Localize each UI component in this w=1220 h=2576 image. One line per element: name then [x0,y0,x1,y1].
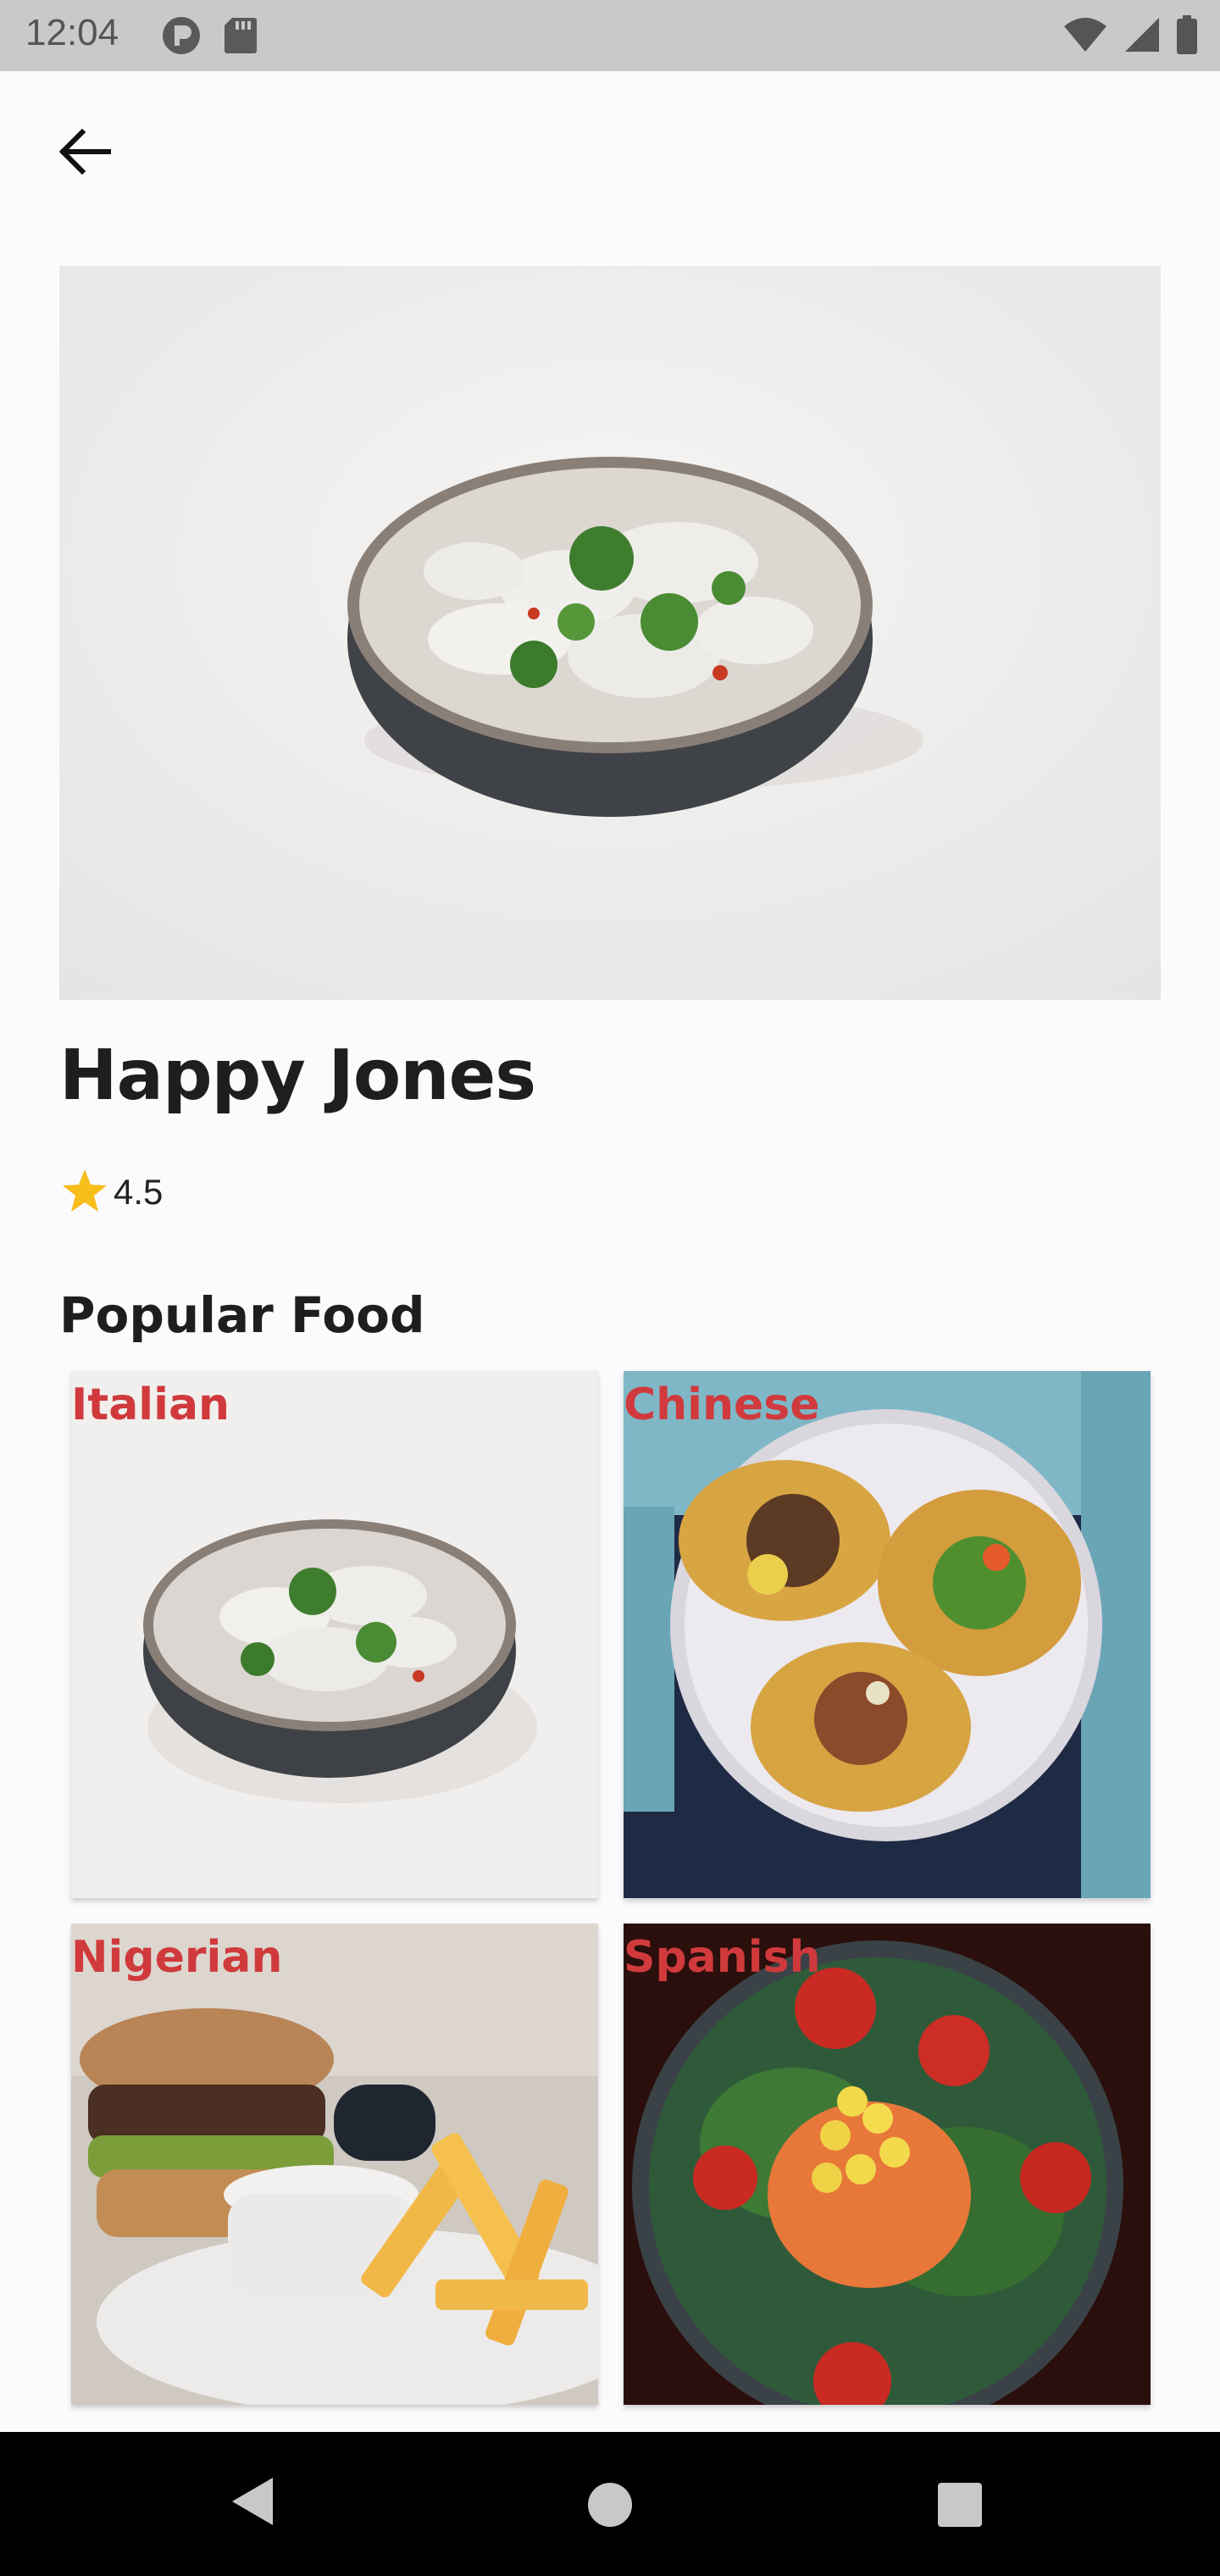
food-card-italian[interactable]: Italian [71,1371,598,1898]
food-card-chinese[interactable]: Chinese [624,1371,1151,1898]
signal-icon [1123,16,1161,57]
restaurant-name: Happy Jones [59,1035,536,1116]
food-label-italian: Italian [71,1380,230,1430]
battery-icon [1176,15,1198,58]
nav-recents-icon[interactable] [938,2483,982,2527]
food-card-nigerian[interactable]: Nigerian [71,1924,598,2405]
chinese-food-image [624,1371,1151,1898]
food-label-chinese: Chinese [624,1380,820,1430]
status-right-icons [1062,15,1198,58]
spanish-food-image [624,1924,1151,2405]
nav-back-icon[interactable] [230,2476,274,2530]
popular-food-title: Popular Food [59,1286,425,1344]
wifi-icon [1062,16,1108,57]
status-left-icons [161,15,258,59]
food-label-nigerian: Nigerian [71,1932,283,1983]
food-label-spanish: Spanish [624,1932,821,1983]
star-icon [61,1168,108,1217]
rating-row: 4.5 [61,1168,163,1217]
restaurant-hero-image [59,266,1161,1000]
sd-card-icon [224,16,258,58]
system-nav-bar [0,2432,1220,2576]
nav-home-icon[interactable] [588,2483,632,2527]
food-card-spanish[interactable]: Spanish [624,1924,1151,2405]
italian-food-image [71,1371,598,1898]
back-button[interactable] [51,125,119,181]
status-time: 12:04 [25,12,119,53]
arrow-left-icon [58,128,112,178]
p-badge-icon [161,15,202,59]
nigerian-food-image [71,1924,598,2405]
status-bar: 12:04 [0,0,1220,71]
rating-value: 4.5 [114,1172,164,1212]
popular-food-grid: Italian Chinese Nigerian Spanish [71,1371,1151,2405]
